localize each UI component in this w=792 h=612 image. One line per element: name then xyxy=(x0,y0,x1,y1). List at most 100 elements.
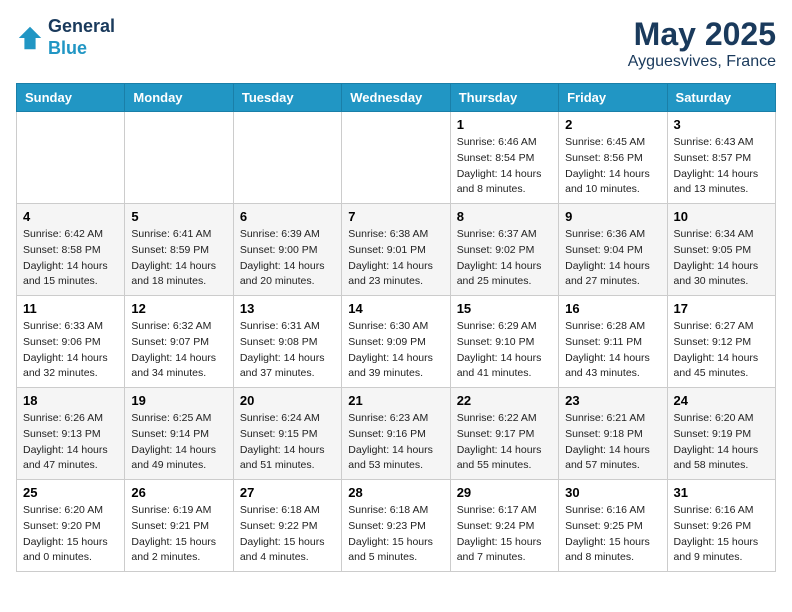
calendar-week-4: 18 Sunrise: 6:26 AM Sunset: 9:13 PM Dayli… xyxy=(17,388,776,480)
day-info: Sunrise: 6:17 AM Sunset: 9:24 PM Dayligh… xyxy=(457,503,552,566)
weekday-header-sunday: Sunday xyxy=(17,84,125,112)
day-info: Sunrise: 6:46 AM Sunset: 8:54 PM Dayligh… xyxy=(457,135,552,198)
day-number: 16 xyxy=(565,301,660,316)
day-number: 19 xyxy=(131,393,226,408)
day-info: Sunrise: 6:34 AM Sunset: 9:05 PM Dayligh… xyxy=(674,227,769,290)
day-number: 30 xyxy=(565,485,660,500)
day-info: Sunrise: 6:19 AM Sunset: 9:21 PM Dayligh… xyxy=(131,503,226,566)
calendar-cell: 5 Sunrise: 6:41 AM Sunset: 8:59 PM Daylig… xyxy=(125,204,233,296)
logo: General Blue xyxy=(16,16,115,59)
calendar-week-5: 25 Sunrise: 6:20 AM Sunset: 9:20 PM Dayli… xyxy=(17,480,776,572)
day-number: 29 xyxy=(457,485,552,500)
weekday-header-friday: Friday xyxy=(559,84,667,112)
calendar-cell: 24 Sunrise: 6:20 AM Sunset: 9:19 PM Dayli… xyxy=(667,388,775,480)
day-number: 12 xyxy=(131,301,226,316)
weekday-header-tuesday: Tuesday xyxy=(233,84,341,112)
calendar-cell: 25 Sunrise: 6:20 AM Sunset: 9:20 PM Dayli… xyxy=(17,480,125,572)
day-number: 5 xyxy=(131,209,226,224)
day-number: 23 xyxy=(565,393,660,408)
day-info: Sunrise: 6:26 AM Sunset: 9:13 PM Dayligh… xyxy=(23,411,118,474)
day-info: Sunrise: 6:21 AM Sunset: 9:18 PM Dayligh… xyxy=(565,411,660,474)
calendar-cell: 9Sunrise: 6:36 AM Sunset: 9:04 PM Daylig… xyxy=(559,204,667,296)
calendar-week-3: 11 Sunrise: 6:33 AM Sunset: 9:06 PM Dayli… xyxy=(17,296,776,388)
day-number: 11 xyxy=(23,301,118,316)
day-info: Sunrise: 6:27 AM Sunset: 9:12 PM Dayligh… xyxy=(674,319,769,382)
calendar-week-2: 4 Sunrise: 6:42 AM Sunset: 8:58 PM Daylig… xyxy=(17,204,776,296)
day-number: 17 xyxy=(674,301,769,316)
day-number: 8 xyxy=(457,209,552,224)
day-number: 13 xyxy=(240,301,335,316)
calendar-cell: 31 Sunrise: 6:16 AM Sunset: 9:26 PM Dayli… xyxy=(667,480,775,572)
calendar-cell: 17 Sunrise: 6:27 AM Sunset: 9:12 PM Dayli… xyxy=(667,296,775,388)
day-number: 7 xyxy=(348,209,443,224)
day-number: 28 xyxy=(348,485,443,500)
calendar-cell: 12Sunrise: 6:32 AM Sunset: 9:07 PM Dayli… xyxy=(125,296,233,388)
day-info: Sunrise: 6:18 AM Sunset: 9:23 PM Dayligh… xyxy=(348,503,443,566)
weekday-header-monday: Monday xyxy=(125,84,233,112)
day-number: 31 xyxy=(674,485,769,500)
day-number: 18 xyxy=(23,393,118,408)
day-info: Sunrise: 6:16 AM Sunset: 9:25 PM Dayligh… xyxy=(565,503,660,566)
day-info: Sunrise: 6:29 AM Sunset: 9:10 PM Dayligh… xyxy=(457,319,552,382)
day-info: Sunrise: 6:37 AM Sunset: 9:02 PM Dayligh… xyxy=(457,227,552,290)
day-info: Sunrise: 6:39 AM Sunset: 9:00 PM Dayligh… xyxy=(240,227,335,290)
day-info: Sunrise: 6:20 AM Sunset: 9:20 PM Dayligh… xyxy=(23,503,118,566)
day-number: 15 xyxy=(457,301,552,316)
day-info: Sunrise: 6:22 AM Sunset: 9:17 PM Dayligh… xyxy=(457,411,552,474)
logo-text: General Blue xyxy=(48,16,115,59)
day-info: Sunrise: 6:23 AM Sunset: 9:16 PM Dayligh… xyxy=(348,411,443,474)
calendar-cell: 21Sunrise: 6:23 AM Sunset: 9:16 PM Dayli… xyxy=(342,388,450,480)
calendar-week-1: 1Sunrise: 6:46 AM Sunset: 8:54 PM Daylig… xyxy=(17,112,776,204)
calendar-cell: 23 Sunrise: 6:21 AM Sunset: 9:18 PM Dayli… xyxy=(559,388,667,480)
day-info: Sunrise: 6:25 AM Sunset: 9:14 PM Dayligh… xyxy=(131,411,226,474)
calendar-cell: 1Sunrise: 6:46 AM Sunset: 8:54 PM Daylig… xyxy=(450,112,558,204)
calendar-cell: 8 Sunrise: 6:37 AM Sunset: 9:02 PM Daylig… xyxy=(450,204,558,296)
calendar-table: SundayMondayTuesdayWednesdayThursdayFrid… xyxy=(16,83,776,572)
weekday-header-wednesday: Wednesday xyxy=(342,84,450,112)
calendar-cell: 14Sunrise: 6:30 AM Sunset: 9:09 PM Dayli… xyxy=(342,296,450,388)
day-info: Sunrise: 6:16 AM Sunset: 9:26 PM Dayligh… xyxy=(674,503,769,566)
day-info: Sunrise: 6:45 AM Sunset: 8:56 PM Dayligh… xyxy=(565,135,660,198)
calendar-cell xyxy=(233,112,341,204)
calendar-cell: 16 Sunrise: 6:28 AM Sunset: 9:11 PM Dayli… xyxy=(559,296,667,388)
calendar-cell: 13Sunrise: 6:31 AM Sunset: 9:08 PM Dayli… xyxy=(233,296,341,388)
day-number: 25 xyxy=(23,485,118,500)
day-number: 20 xyxy=(240,393,335,408)
calendar-cell: 6 Sunrise: 6:39 AM Sunset: 9:00 PM Daylig… xyxy=(233,204,341,296)
day-number: 27 xyxy=(240,485,335,500)
day-number: 22 xyxy=(457,393,552,408)
day-info: Sunrise: 6:30 AM Sunset: 9:09 PM Dayligh… xyxy=(348,319,443,382)
calendar-cell: 27 Sunrise: 6:18 AM Sunset: 9:22 PM Dayli… xyxy=(233,480,341,572)
weekday-header-saturday: Saturday xyxy=(667,84,775,112)
day-number: 10 xyxy=(674,209,769,224)
month-title: May 2025 xyxy=(628,16,776,53)
calendar-cell xyxy=(17,112,125,204)
calendar-cell: 29 Sunrise: 6:17 AM Sunset: 9:24 PM Dayli… xyxy=(450,480,558,572)
day-number: 4 xyxy=(23,209,118,224)
calendar-cell: 4 Sunrise: 6:42 AM Sunset: 8:58 PM Daylig… xyxy=(17,204,125,296)
calendar-cell: 28 Sunrise: 6:18 AM Sunset: 9:23 PM Dayli… xyxy=(342,480,450,572)
weekday-header-row: SundayMondayTuesdayWednesdayThursdayFrid… xyxy=(17,84,776,112)
calendar-cell: 7 Sunrise: 6:38 AM Sunset: 9:01 PM Daylig… xyxy=(342,204,450,296)
day-number: 26 xyxy=(131,485,226,500)
calendar-cell: 26 Sunrise: 6:19 AM Sunset: 9:21 PM Dayli… xyxy=(125,480,233,572)
title-block: May 2025 Ayguesvives, France xyxy=(628,16,776,71)
calendar-cell: 15 Sunrise: 6:29 AM Sunset: 9:10 PM Dayli… xyxy=(450,296,558,388)
day-info: Sunrise: 6:28 AM Sunset: 9:11 PM Dayligh… xyxy=(565,319,660,382)
calendar-cell xyxy=(342,112,450,204)
day-number: 6 xyxy=(240,209,335,224)
calendar-cell: 30 Sunrise: 6:16 AM Sunset: 9:25 PM Dayli… xyxy=(559,480,667,572)
day-number: 24 xyxy=(674,393,769,408)
day-number: 3 xyxy=(674,117,769,132)
day-info: Sunrise: 6:18 AM Sunset: 9:22 PM Dayligh… xyxy=(240,503,335,566)
day-info: Sunrise: 6:38 AM Sunset: 9:01 PM Dayligh… xyxy=(348,227,443,290)
calendar-cell: 3Sunrise: 6:43 AM Sunset: 8:57 PM Daylig… xyxy=(667,112,775,204)
logo-icon xyxy=(16,24,44,52)
day-info: Sunrise: 6:33 AM Sunset: 9:06 PM Dayligh… xyxy=(23,319,118,382)
day-info: Sunrise: 6:42 AM Sunset: 8:58 PM Dayligh… xyxy=(23,227,118,290)
day-info: Sunrise: 6:41 AM Sunset: 8:59 PM Dayligh… xyxy=(131,227,226,290)
day-info: Sunrise: 6:20 AM Sunset: 9:19 PM Dayligh… xyxy=(674,411,769,474)
weekday-header-thursday: Thursday xyxy=(450,84,558,112)
day-info: Sunrise: 6:24 AM Sunset: 9:15 PM Dayligh… xyxy=(240,411,335,474)
page-header: General Blue May 2025 Ayguesvives, Franc… xyxy=(16,16,776,71)
